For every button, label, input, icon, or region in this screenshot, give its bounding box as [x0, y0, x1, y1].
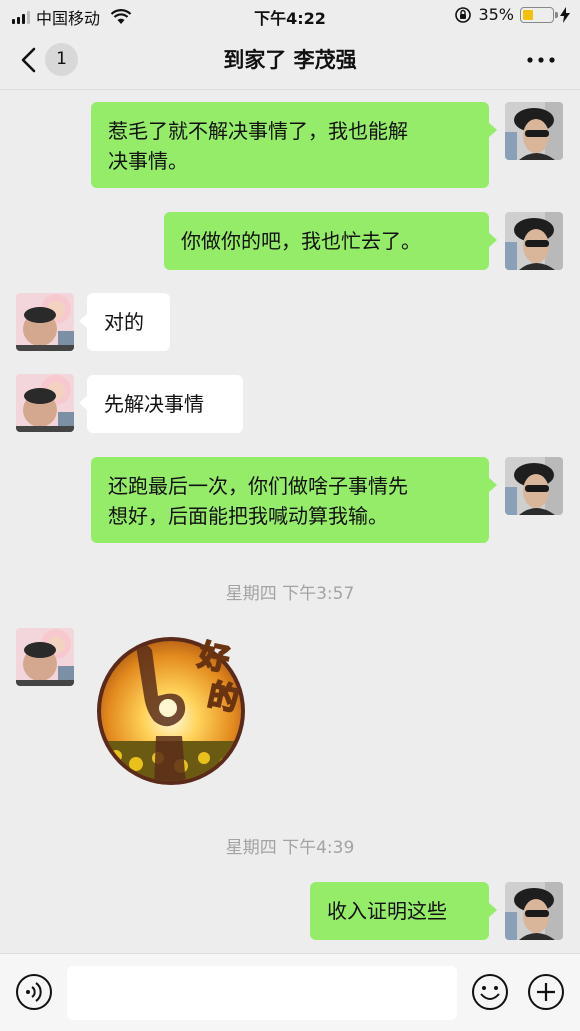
message-bubble-mine[interactable]: 惹毛了就不解决事情了，我也能解 决事情。	[91, 102, 497, 188]
message-text: 你做你的吧，我也忙去了。	[181, 229, 421, 253]
my-avatar[interactable]	[505, 457, 563, 515]
chat-title: 到家了 李茂强	[223, 48, 357, 72]
charging-icon	[560, 6, 570, 23]
status-bar: 中国移动 下午4:22 35%	[0, 0, 580, 30]
message-text: 先解决事情	[104, 392, 204, 416]
message-bubble-mine[interactable]: 收入证明这些	[310, 882, 497, 940]
message-bubble-mine[interactable]: 还跑最后一次，你们做啥子事情先 想好，后面能把我喊动算我输。	[91, 457, 497, 543]
my-avatar[interactable]	[505, 212, 563, 270]
emoji-icon[interactable]	[471, 973, 509, 1011]
timestamp-label: 星期四 下午4:39	[225, 838, 355, 858]
message-text: 收入证明这些	[327, 899, 447, 923]
message-input[interactable]	[67, 966, 457, 1020]
ok-hand-sunset-sticker[interactable]: 好 的	[96, 636, 246, 786]
message-bubble-theirs[interactable]: 先解决事情	[79, 375, 243, 433]
message-text: 惹毛了就不解决事情了，我也能解 决事情。	[108, 119, 408, 173]
status-right: 35%	[454, 5, 570, 24]
plus-icon[interactable]	[527, 973, 565, 1011]
message-bubble-mine[interactable]: 你做你的吧，我也忙去了。	[164, 212, 497, 270]
message-text: 还跑最后一次，你们做啥子事情先 想好，后面能把我喊动算我输。	[108, 474, 408, 528]
voice-icon[interactable]	[15, 973, 53, 1011]
contact-avatar[interactable]	[16, 628, 74, 686]
contact-avatar[interactable]	[16, 293, 74, 351]
message-text: 对的	[104, 310, 144, 334]
battery-percent: 35%	[478, 5, 514, 24]
input-bar	[0, 953, 580, 1031]
contact-avatar[interactable]	[16, 374, 74, 432]
timestamp-label: 星期四 下午3:57	[225, 584, 355, 604]
my-avatar[interactable]	[505, 102, 563, 160]
my-avatar[interactable]	[505, 882, 563, 940]
message-bubble-theirs[interactable]: 对的	[79, 293, 170, 351]
battery-icon	[520, 6, 558, 23]
chat-header: 1 到家了 李茂强	[0, 30, 580, 90]
rotation-lock-icon	[455, 6, 472, 23]
more-dots-icon[interactable]	[524, 48, 558, 72]
